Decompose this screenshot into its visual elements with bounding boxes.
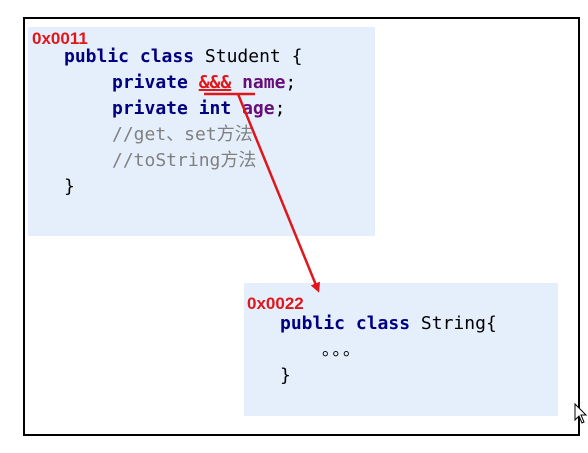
open-brace: { (485, 313, 497, 334)
comment-tostring: //toString方法 (112, 150, 257, 171)
student-class-declaration: public class Student { (64, 44, 302, 70)
age-field-line: private int age; (112, 96, 285, 122)
close-brace: } (280, 365, 291, 386)
class-name-student: Student (204, 46, 281, 67)
reference-type-placeholder: &&& (198, 72, 232, 93)
keyword-public: public (280, 313, 346, 334)
name-field-line: private &&& name; (112, 70, 296, 96)
keyword-private: private (112, 98, 188, 119)
string-class-declaration: public class String{ (280, 311, 497, 337)
class-name-string: String (420, 313, 486, 334)
ellipsis: 。。。 (322, 340, 362, 360)
type-int: int (198, 98, 232, 119)
keyword-class: class (139, 46, 195, 67)
semicolon: ; (285, 72, 297, 93)
close-brace: } (64, 176, 75, 197)
field-name: name (242, 72, 286, 93)
keyword-private: private (112, 72, 188, 93)
field-age: age (242, 98, 275, 119)
comment-get-set: //get、set方法 (112, 124, 253, 145)
keyword-class: class (355, 313, 411, 334)
keyword-public: public (64, 46, 130, 67)
open-brace: { (291, 46, 303, 67)
semicolon: ; (274, 98, 286, 119)
